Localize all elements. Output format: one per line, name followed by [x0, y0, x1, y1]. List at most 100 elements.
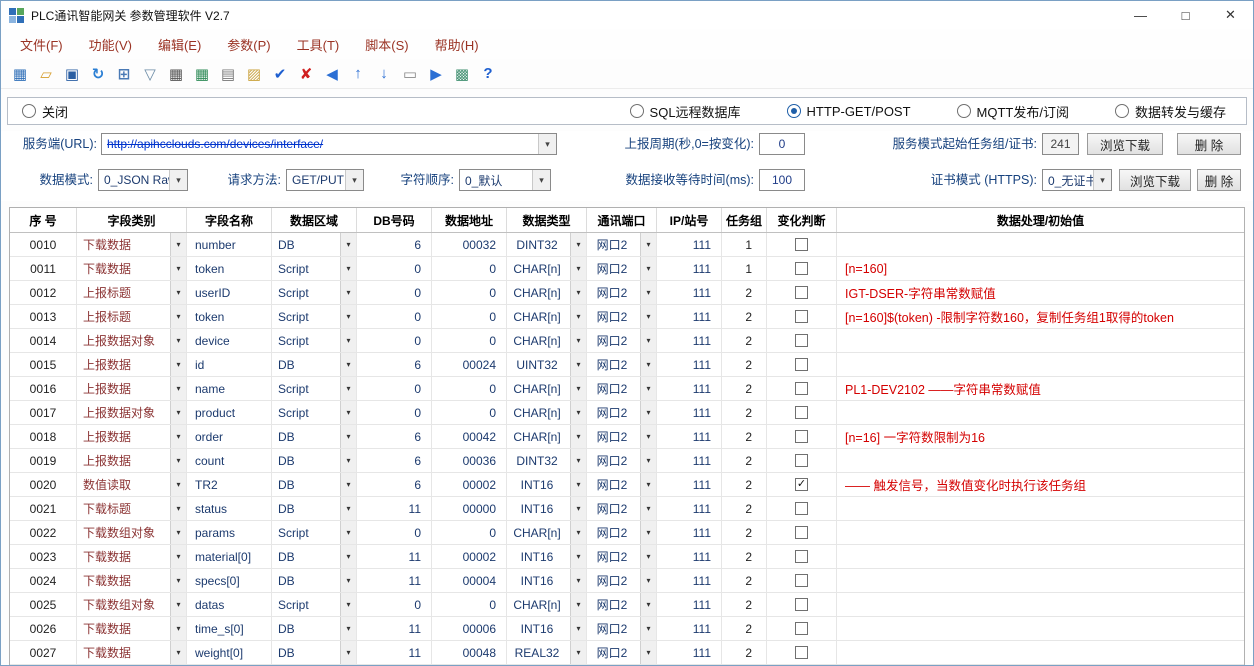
row-category-select[interactable]: 下载数据 ▾: [77, 617, 187, 640]
row-region-select[interactable]: DB ▾: [272, 449, 357, 472]
row-data-address[interactable]: 00036: [432, 449, 507, 472]
recv-wait-input[interactable]: 100: [759, 169, 805, 191]
request-method-select[interactable]: GET/PUT ▾: [286, 169, 364, 191]
row-datatype-select[interactable]: CHAR[n] ▾: [507, 305, 587, 328]
row-field-name[interactable]: id: [187, 353, 272, 376]
row-port-select[interactable]: 网口2 ▾: [587, 233, 657, 256]
radio-forward[interactable]: 数据转发与缓存: [1115, 102, 1226, 121]
browse-download-button-1[interactable]: 浏览下载: [1087, 133, 1163, 155]
row-ip-station[interactable]: 111: [657, 305, 722, 328]
chevron-down-icon[interactable]: ▾: [640, 497, 656, 520]
row-task-group[interactable]: 2: [722, 521, 767, 544]
chevron-down-icon[interactable]: ▾: [170, 545, 186, 568]
row-ip-station[interactable]: 111: [657, 353, 722, 376]
row-task-group[interactable]: 2: [722, 329, 767, 352]
url-combobox[interactable]: http://apihcclouds.com/devices/interface…: [101, 133, 557, 155]
chevron-down-icon[interactable]: ▾: [340, 257, 356, 280]
row-data-address[interactable]: 0: [432, 401, 507, 424]
report-period-input[interactable]: 0: [759, 133, 805, 155]
row-data-address[interactable]: 0: [432, 305, 507, 328]
radio-sql[interactable]: SQL远程数据库: [630, 102, 741, 121]
row-field-name[interactable]: name: [187, 377, 272, 400]
row-region-select[interactable]: Script ▾: [272, 281, 357, 304]
chevron-down-icon[interactable]: ▾: [640, 281, 656, 304]
row-ip-station[interactable]: 111: [657, 257, 722, 280]
chevron-down-icon[interactable]: ▾: [340, 545, 356, 568]
row-field-name[interactable]: token: [187, 257, 272, 280]
chevron-down-icon[interactable]: ▾: [340, 569, 356, 592]
filter-icon[interactable]: ▽: [141, 65, 159, 83]
chevron-down-icon[interactable]: ▾: [170, 641, 186, 664]
row-data-address[interactable]: 0: [432, 521, 507, 544]
chevron-down-icon[interactable]: ▾: [640, 641, 656, 664]
chevron-down-icon[interactable]: ▾: [170, 257, 186, 280]
chevron-down-icon[interactable]: ▾: [340, 401, 356, 424]
row-db-number[interactable]: 6: [357, 449, 432, 472]
row-task-group[interactable]: 2: [722, 353, 767, 376]
row-category-select[interactable]: 下载数据 ▾: [77, 233, 187, 256]
chevron-down-icon[interactable]: ▾: [570, 497, 586, 520]
refresh-icon[interactable]: ↻: [89, 65, 107, 83]
row-datatype-select[interactable]: CHAR[n] ▾: [507, 401, 587, 424]
menu-item-6[interactable]: 帮助(H): [422, 35, 492, 54]
chevron-down-icon[interactable]: ▾: [640, 401, 656, 424]
row-db-number[interactable]: 0: [357, 257, 432, 280]
row-ip-station[interactable]: 111: [657, 377, 722, 400]
row-datatype-select[interactable]: INT16 ▾: [507, 473, 587, 496]
row-db-number[interactable]: 0: [357, 593, 432, 616]
change-checkbox[interactable]: [795, 334, 808, 347]
menu-item-4[interactable]: 工具(T): [284, 35, 353, 54]
row-region-select[interactable]: DB ▾: [272, 545, 357, 568]
row-field-name[interactable]: status: [187, 497, 272, 520]
row-ip-station[interactable]: 111: [657, 425, 722, 448]
row-port-select[interactable]: 网口2 ▾: [587, 593, 657, 616]
row-datatype-select[interactable]: INT16 ▾: [507, 497, 587, 520]
radio-http[interactable]: HTTP-GET/POST: [787, 102, 911, 121]
chart-image-icon[interactable]: ▩: [453, 65, 471, 83]
row-ip-station[interactable]: 111: [657, 641, 722, 664]
row-task-group[interactable]: 1: [722, 257, 767, 280]
row-field-name[interactable]: TR2: [187, 473, 272, 496]
row-region-select[interactable]: Script ▾: [272, 329, 357, 352]
row-category-select[interactable]: 上报数据 ▾: [77, 449, 187, 472]
change-checkbox[interactable]: [795, 238, 808, 251]
row-category-select[interactable]: 上报数据 ▾: [77, 425, 187, 448]
chevron-down-icon[interactable]: ▾: [340, 305, 356, 328]
chevron-down-icon[interactable]: ▾: [570, 257, 586, 280]
down-arrow-icon[interactable]: ↓: [375, 65, 393, 83]
row-db-number[interactable]: 6: [357, 473, 432, 496]
chevron-down-icon[interactable]: ▾: [170, 521, 186, 544]
row-category-select[interactable]: 上报标题 ▾: [77, 281, 187, 304]
grid-view-icon[interactable]: ▤: [219, 65, 237, 83]
change-checkbox[interactable]: [795, 598, 808, 611]
row-field-name[interactable]: datas: [187, 593, 272, 616]
row-region-select[interactable]: DB ▾: [272, 641, 357, 664]
cert-group-value[interactable]: 241: [1042, 133, 1079, 155]
delete-button-2[interactable]: 删 除: [1197, 169, 1241, 191]
address-box-icon[interactable]: ▭: [401, 65, 419, 83]
chevron-down-icon[interactable]: ▾: [640, 617, 656, 640]
chevron-down-icon[interactable]: ▾: [170, 497, 186, 520]
chevron-down-icon[interactable]: ▾: [169, 170, 187, 190]
row-field-name[interactable]: userID: [187, 281, 272, 304]
chevron-down-icon[interactable]: ▾: [570, 449, 586, 472]
cancel-cross-icon[interactable]: ✘: [297, 65, 315, 83]
chevron-down-icon[interactable]: ▾: [340, 593, 356, 616]
chevron-down-icon[interactable]: ▾: [340, 641, 356, 664]
row-ip-station[interactable]: 111: [657, 497, 722, 520]
chevron-down-icon[interactable]: ▾: [170, 329, 186, 352]
row-category-select[interactable]: 下载数组对象 ▾: [77, 593, 187, 616]
row-db-number[interactable]: 6: [357, 353, 432, 376]
row-data-address[interactable]: 00002: [432, 473, 507, 496]
row-data-address[interactable]: 00042: [432, 425, 507, 448]
change-checkbox[interactable]: [795, 574, 808, 587]
row-data-address[interactable]: 0: [432, 377, 507, 400]
row-port-select[interactable]: 网口2 ▾: [587, 449, 657, 472]
chevron-down-icon[interactable]: ▾: [640, 593, 656, 616]
row-data-address[interactable]: 00000: [432, 497, 507, 520]
row-task-group[interactable]: 2: [722, 449, 767, 472]
row-port-select[interactable]: 网口2 ▾: [587, 425, 657, 448]
close-button[interactable]: ✕: [1208, 1, 1253, 29]
row-data-address[interactable]: 00048: [432, 641, 507, 664]
help-icon[interactable]: ?: [479, 65, 497, 83]
